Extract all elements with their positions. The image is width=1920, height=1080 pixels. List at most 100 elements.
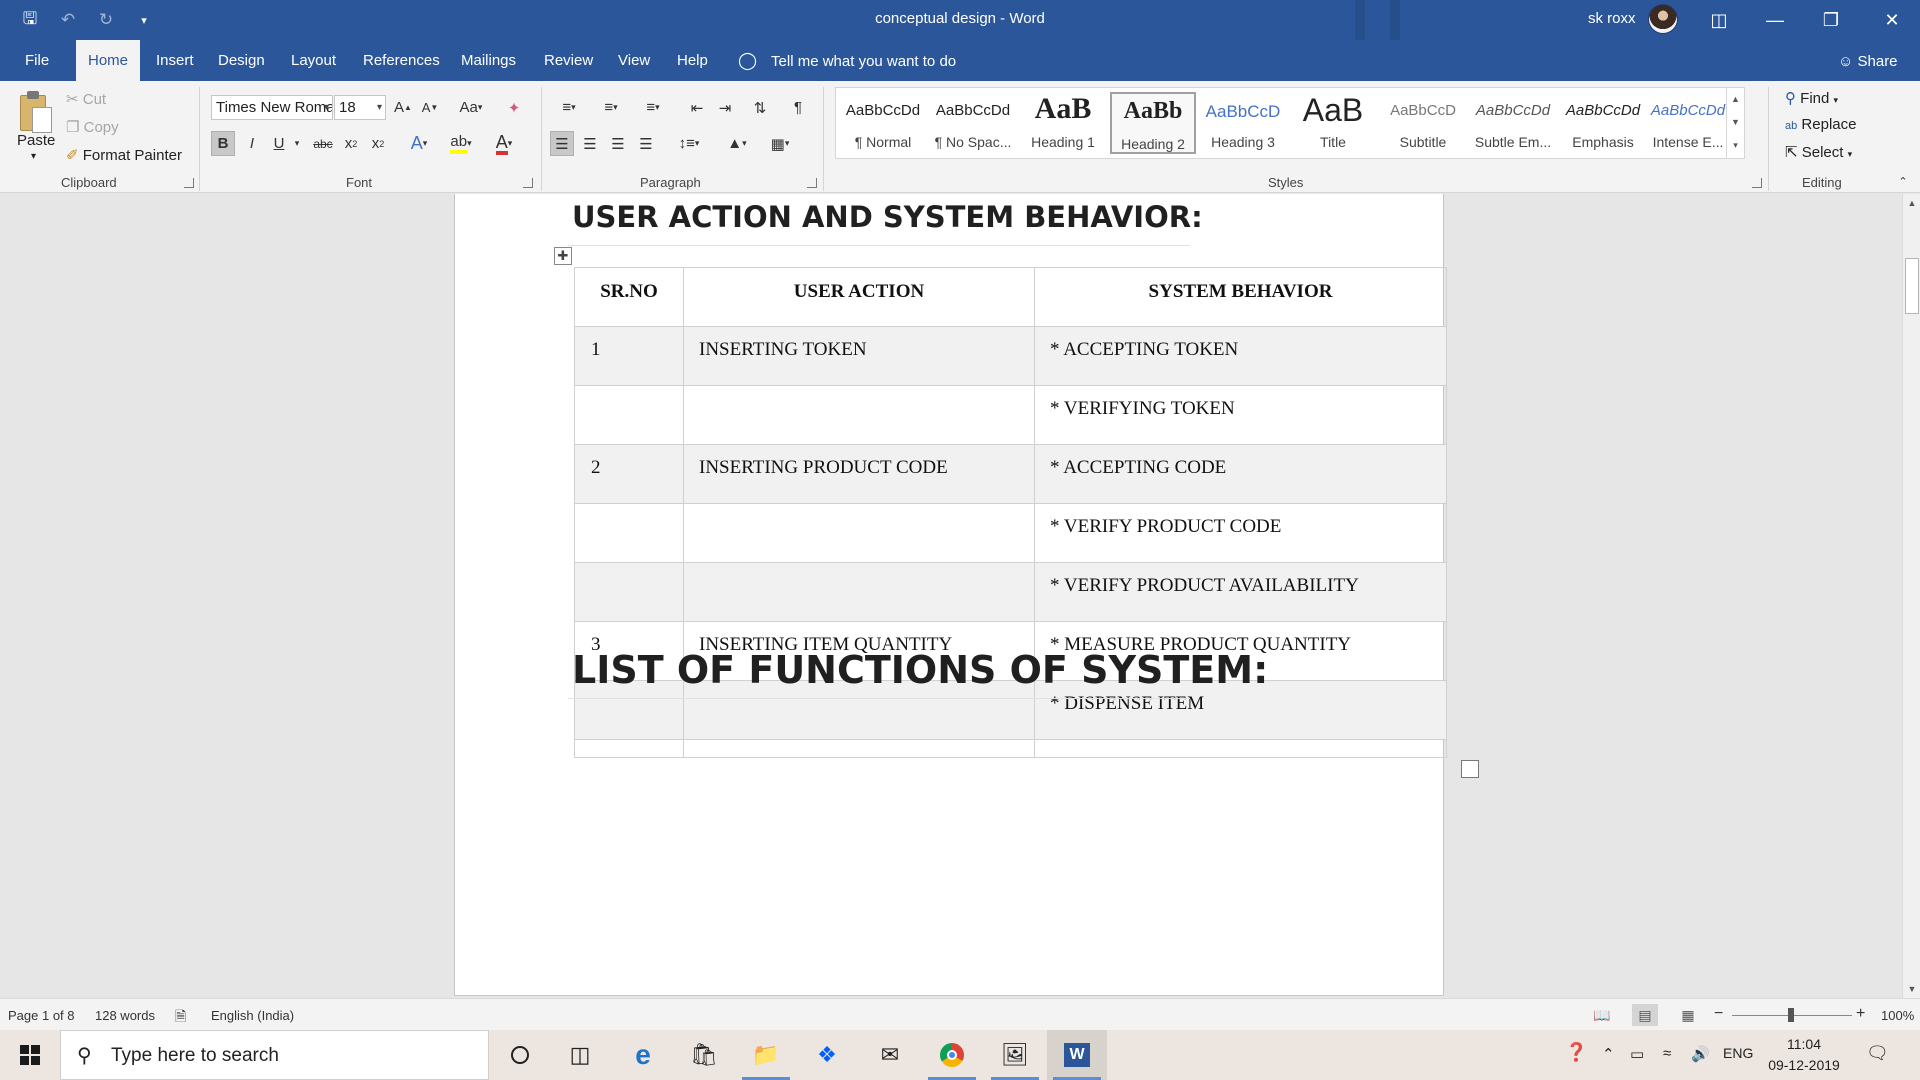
header-user-action[interactable]: USER ACTION: [683, 267, 1035, 327]
chevron-up-icon[interactable]: ⌃: [1602, 1045, 1615, 1063]
paste-icon[interactable]: [18, 89, 52, 133]
table-cell[interactable]: 1: [574, 326, 684, 386]
font-color-icon[interactable]: A ▾: [487, 131, 521, 156]
paragraph-launcher-icon[interactable]: [807, 178, 817, 188]
justify-icon[interactable]: ☰: [634, 131, 658, 156]
heading-list-of-functions[interactable]: LIST OF FUNCTIONS OF SYSTEM:: [572, 648, 1268, 692]
decrease-indent-icon[interactable]: ⇤: [685, 95, 709, 120]
strikethrough-button[interactable]: abc: [310, 131, 336, 156]
format-painter-button[interactable]: ✐ Format Painter: [66, 146, 182, 164]
table-cell[interactable]: [683, 562, 1035, 622]
table-cell[interactable]: * ACCEPTING TOKEN: [1034, 326, 1447, 386]
clear-formatting-icon[interactable]: ✦: [502, 95, 526, 120]
shrink-font-icon[interactable]: A ▼: [419, 95, 441, 120]
chrome-icon[interactable]: [922, 1030, 982, 1080]
header-system-behavior[interactable]: SYSTEM BEHAVIOR: [1034, 267, 1447, 327]
minimize-button[interactable]: —: [1747, 0, 1803, 40]
store-icon[interactable]: 🛍: [674, 1030, 734, 1080]
increase-indent-icon[interactable]: ⇥: [713, 95, 737, 120]
table-cell[interactable]: [683, 739, 1035, 758]
bullets-icon[interactable]: ≡ ▾: [551, 95, 587, 120]
chevron-down-icon[interactable]: ▼: [1727, 111, 1744, 134]
styles-launcher-icon[interactable]: [1752, 178, 1762, 188]
paste-button[interactable]: Paste: [17, 132, 55, 149]
taskbar-search[interactable]: ⚲ Type here to search: [60, 1030, 489, 1080]
avatar[interactable]: [1648, 4, 1678, 34]
tab-insert[interactable]: Insert: [156, 40, 194, 81]
style-subtle-emphasis[interactable]: AaBbCcDd Subtle Em...: [1470, 92, 1556, 154]
close-button[interactable]: ✕: [1864, 0, 1920, 40]
subscript-button[interactable]: x2: [340, 131, 362, 156]
align-center-icon[interactable]: ☰: [578, 131, 602, 156]
sort-icon[interactable]: ⇅: [748, 95, 772, 120]
chevron-up-icon[interactable]: ▲: [1727, 88, 1744, 111]
find-button[interactable]: ⚲ Find ▾: [1785, 89, 1838, 107]
cut-button[interactable]: ✂ Cut: [66, 90, 106, 108]
grow-font-icon[interactable]: A ▲: [392, 95, 414, 120]
clipboard-launcher-icon[interactable]: [184, 178, 194, 188]
replace-button[interactable]: ab Replace: [1785, 116, 1856, 133]
table-cell[interactable]: * VERIFY PRODUCT CODE: [1034, 503, 1447, 563]
vertical-scrollbar[interactable]: ▲ ▼: [1902, 194, 1920, 998]
print-layout-icon[interactable]: ▤: [1632, 1004, 1658, 1026]
chevron-down-icon[interactable]: ▾: [291, 131, 303, 156]
more-styles-icon[interactable]: ▾: [1727, 134, 1744, 157]
shading-icon[interactable]: ▲ ▾: [720, 131, 754, 156]
table-cell[interactable]: [574, 562, 684, 622]
tab-design[interactable]: Design: [218, 40, 265, 81]
bold-button[interactable]: B: [211, 131, 235, 156]
italic-button[interactable]: I: [241, 131, 263, 156]
text-effects-icon[interactable]: A ▾: [404, 131, 434, 156]
start-button[interactable]: [0, 1030, 60, 1080]
tab-review[interactable]: Review: [544, 40, 593, 81]
align-left-icon[interactable]: ☰: [550, 131, 574, 156]
style-heading-2[interactable]: AaBb Heading 2: [1110, 92, 1196, 154]
ribbon-display-options-icon[interactable]: ◫: [1691, 0, 1747, 40]
table-cell[interactable]: INSERTING TOKEN: [683, 326, 1035, 386]
share-button[interactable]: ☺ Share: [1838, 40, 1898, 84]
dropbox-icon[interactable]: ❖: [797, 1030, 857, 1080]
table-cell[interactable]: [1034, 739, 1447, 758]
table-cell[interactable]: 2: [574, 444, 684, 504]
style-normal[interactable]: AaBbCcDd ¶ Normal: [840, 92, 926, 154]
document-page[interactable]: USER ACTION AND SYSTEM BEHAVIOR: ✚ SR.NO…: [454, 194, 1447, 996]
table-cell[interactable]: [683, 385, 1035, 445]
task-view-icon[interactable]: ◫: [550, 1030, 610, 1080]
borders-icon[interactable]: ▦ ▾: [762, 131, 798, 156]
scroll-down-icon[interactable]: ▼: [1903, 980, 1920, 998]
style-intense-emphasis[interactable]: AaBbCcDd Intense E...: [1650, 92, 1726, 154]
show-formatting-icon[interactable]: ¶: [786, 95, 810, 120]
font-size-combo[interactable]: 18 ▾: [334, 95, 386, 120]
restore-button[interactable]: ❐: [1803, 0, 1859, 40]
superscript-button[interactable]: x2: [367, 131, 389, 156]
language-status[interactable]: English (India): [211, 1008, 294, 1023]
user-name[interactable]: sk roxx: [1588, 10, 1636, 27]
table-resize-handle-icon[interactable]: [1461, 760, 1479, 778]
scroll-thumb[interactable]: [1905, 258, 1919, 314]
table-cell[interactable]: INSERTING PRODUCT CODE: [683, 444, 1035, 504]
wifi-icon[interactable]: ≈: [1663, 1045, 1671, 1062]
tab-help[interactable]: Help: [677, 40, 708, 81]
font-name-combo[interactable]: Times New Roman ▾: [211, 95, 333, 120]
zoom-in-icon[interactable]: +: [1856, 1005, 1865, 1023]
table-cell[interactable]: * ACCEPTING CODE: [1034, 444, 1447, 504]
volume-icon[interactable]: 🔊: [1691, 1045, 1710, 1063]
edge-icon[interactable]: e: [613, 1030, 673, 1080]
table-cell[interactable]: [574, 739, 684, 758]
mail-icon[interactable]: ✉: [860, 1030, 920, 1080]
style-no-spacing[interactable]: AaBbCcDd ¶ No Spac...: [930, 92, 1016, 154]
help-tray-icon[interactable]: ❓: [1565, 1042, 1587, 1063]
collapse-ribbon-icon[interactable]: ⌃: [1894, 173, 1912, 189]
select-button[interactable]: ⇱ Select ▾: [1785, 143, 1852, 161]
zoom-out-icon[interactable]: −: [1714, 1005, 1723, 1023]
table-cell[interactable]: [574, 385, 684, 445]
table-cell[interactable]: * VERIFY PRODUCT AVAILABILITY: [1034, 562, 1447, 622]
style-subtitle[interactable]: AaBbCcD Subtitle: [1380, 92, 1466, 154]
read-mode-icon[interactable]: 📖: [1589, 1004, 1615, 1026]
zoom-slider-thumb[interactable]: [1788, 1008, 1794, 1022]
change-case-button[interactable]: Aa ▾: [455, 95, 487, 120]
header-sr-no[interactable]: SR.NO: [574, 267, 684, 327]
line-spacing-icon[interactable]: ↕≡ ▾: [672, 131, 706, 156]
tab-file[interactable]: File: [25, 40, 49, 81]
table-cell[interactable]: * VERIFYING TOKEN: [1034, 385, 1447, 445]
